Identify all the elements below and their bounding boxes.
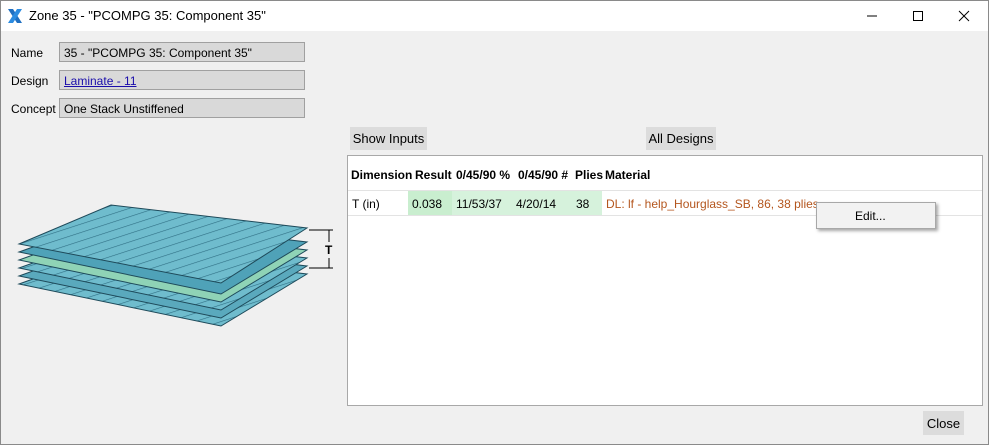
concept-field[interactable]: One Stack Unstiffened <box>59 98 305 118</box>
maximize-icon <box>913 11 923 21</box>
show-inputs-button[interactable]: Show Inputs <box>350 127 427 150</box>
concept-value: One Stack Unstiffened <box>64 102 184 116</box>
name-value: 35 - "PCOMPG 35: Component 35" <box>64 46 252 60</box>
close-icon <box>958 10 970 22</box>
cell-dimension[interactable]: T (in) <box>348 191 408 215</box>
design-label: Design <box>11 74 49 88</box>
column-header-plies: Plies <box>575 168 604 182</box>
concept-label: Concept <box>11 102 56 116</box>
close-window-button[interactable] <box>941 1 987 31</box>
column-header-result: Result <box>415 168 452 182</box>
all-designs-button[interactable]: All Designs <box>646 127 716 150</box>
minimize-icon <box>867 15 877 17</box>
cell-count[interactable]: 4/20/14 <box>512 191 572 215</box>
design-field: Laminate - 11 <box>59 70 305 90</box>
cell-result[interactable]: 0.038 <box>408 191 452 215</box>
context-menu-edit[interactable]: Edit... <box>855 209 886 223</box>
cell-plies[interactable]: 38 <box>572 191 602 215</box>
dialog-window: Zone 35 - "PCOMPG 35: Component 35" Name… <box>0 0 989 445</box>
name-label: Name <box>11 46 44 60</box>
column-header-material: Material <box>605 168 651 182</box>
window-title: Zone 35 - "PCOMPG 35: Component 35" <box>29 8 266 23</box>
minimize-button[interactable] <box>849 1 895 31</box>
close-button[interactable]: Close <box>923 411 964 435</box>
thickness-label: T <box>325 243 333 257</box>
context-menu: Edit... <box>816 202 936 229</box>
column-header-count: 0/45/90 # <box>518 168 569 182</box>
app-logo-icon <box>7 8 23 24</box>
design-link[interactable]: Laminate - 11 <box>64 74 137 88</box>
name-field[interactable]: 35 - "PCOMPG 35: Component 35" <box>59 42 305 62</box>
cell-pct[interactable]: 11/53/37 <box>452 191 512 215</box>
column-header-pct: 0/45/90 % <box>456 168 511 182</box>
title-bar[interactable]: Zone 35 - "PCOMPG 35: Component 35" <box>1 1 988 31</box>
column-header-dimension: Dimension <box>351 168 413 182</box>
results-table: Dimension Result 0/45/90 % 0/45/90 # Pli… <box>347 155 983 406</box>
laminate-stack-illustration: T <box>17 204 333 327</box>
maximize-button[interactable] <box>895 1 941 31</box>
